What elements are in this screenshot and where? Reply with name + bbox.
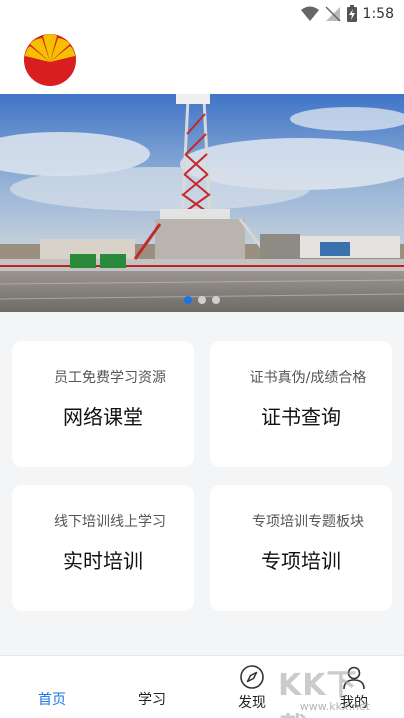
- card-subtitle: 线下培训线上学习: [54, 514, 166, 530]
- status-icons: 1:58: [300, 5, 394, 22]
- card-realtime-training[interactable]: 线下培训线上学习 实时培训: [12, 485, 194, 611]
- feature-grid: 员工免费学习资源 网络课堂 证书真伪/成绩合格 证书查询 线下培训线上学习 实时…: [0, 312, 404, 655]
- status-bar: 1:58: [0, 0, 404, 30]
- bottom-tab-bar: 首页 学习 发现 我的: [0, 655, 404, 718]
- app-header: [0, 30, 404, 94]
- card-subtitle: 专项培训专题板块: [252, 514, 364, 530]
- banner-carousel[interactable]: [0, 94, 404, 312]
- tab-mine-label: 我的: [340, 695, 368, 711]
- card-subtitle: 证书真伪/成绩合格: [249, 370, 367, 386]
- tab-home-label: 首页: [38, 692, 66, 708]
- wifi-icon: [300, 6, 319, 21]
- card-subtitle: 员工免费学习资源: [54, 370, 166, 386]
- carousel-dot-2[interactable]: [198, 296, 206, 304]
- tab-discover-label: 发现: [238, 695, 266, 711]
- carousel-dot-3[interactable]: [212, 296, 220, 304]
- card-online-course[interactable]: 员工免费学习资源 网络课堂: [12, 341, 194, 467]
- battery-charging-icon: [346, 5, 357, 22]
- tab-home[interactable]: 首页: [12, 689, 92, 709]
- user-icon: [343, 666, 365, 690]
- tab-learn[interactable]: 学习: [112, 689, 192, 709]
- tab-discover[interactable]: 发现: [212, 664, 292, 712]
- tab-mine[interactable]: 我的: [314, 664, 394, 712]
- tab-learn-label: 学习: [138, 692, 166, 708]
- card-title: 实时培训: [63, 549, 143, 573]
- compass-icon: [240, 665, 264, 689]
- card-special-training[interactable]: 专项培训专题板块 专项培训: [210, 485, 392, 611]
- card-title: 网络课堂: [63, 405, 143, 429]
- card-certificate-query[interactable]: 证书真伪/成绩合格 证书查询: [210, 341, 392, 467]
- card-title: 专项培训: [261, 549, 341, 573]
- no-signal-icon: [325, 5, 341, 22]
- card-title: 证书查询: [261, 405, 341, 429]
- status-time: 1:58: [362, 5, 394, 22]
- carousel-indicator: [0, 296, 404, 304]
- banner-image: [0, 94, 404, 312]
- company-logo: [24, 34, 76, 86]
- carousel-dot-1[interactable]: [184, 296, 192, 304]
